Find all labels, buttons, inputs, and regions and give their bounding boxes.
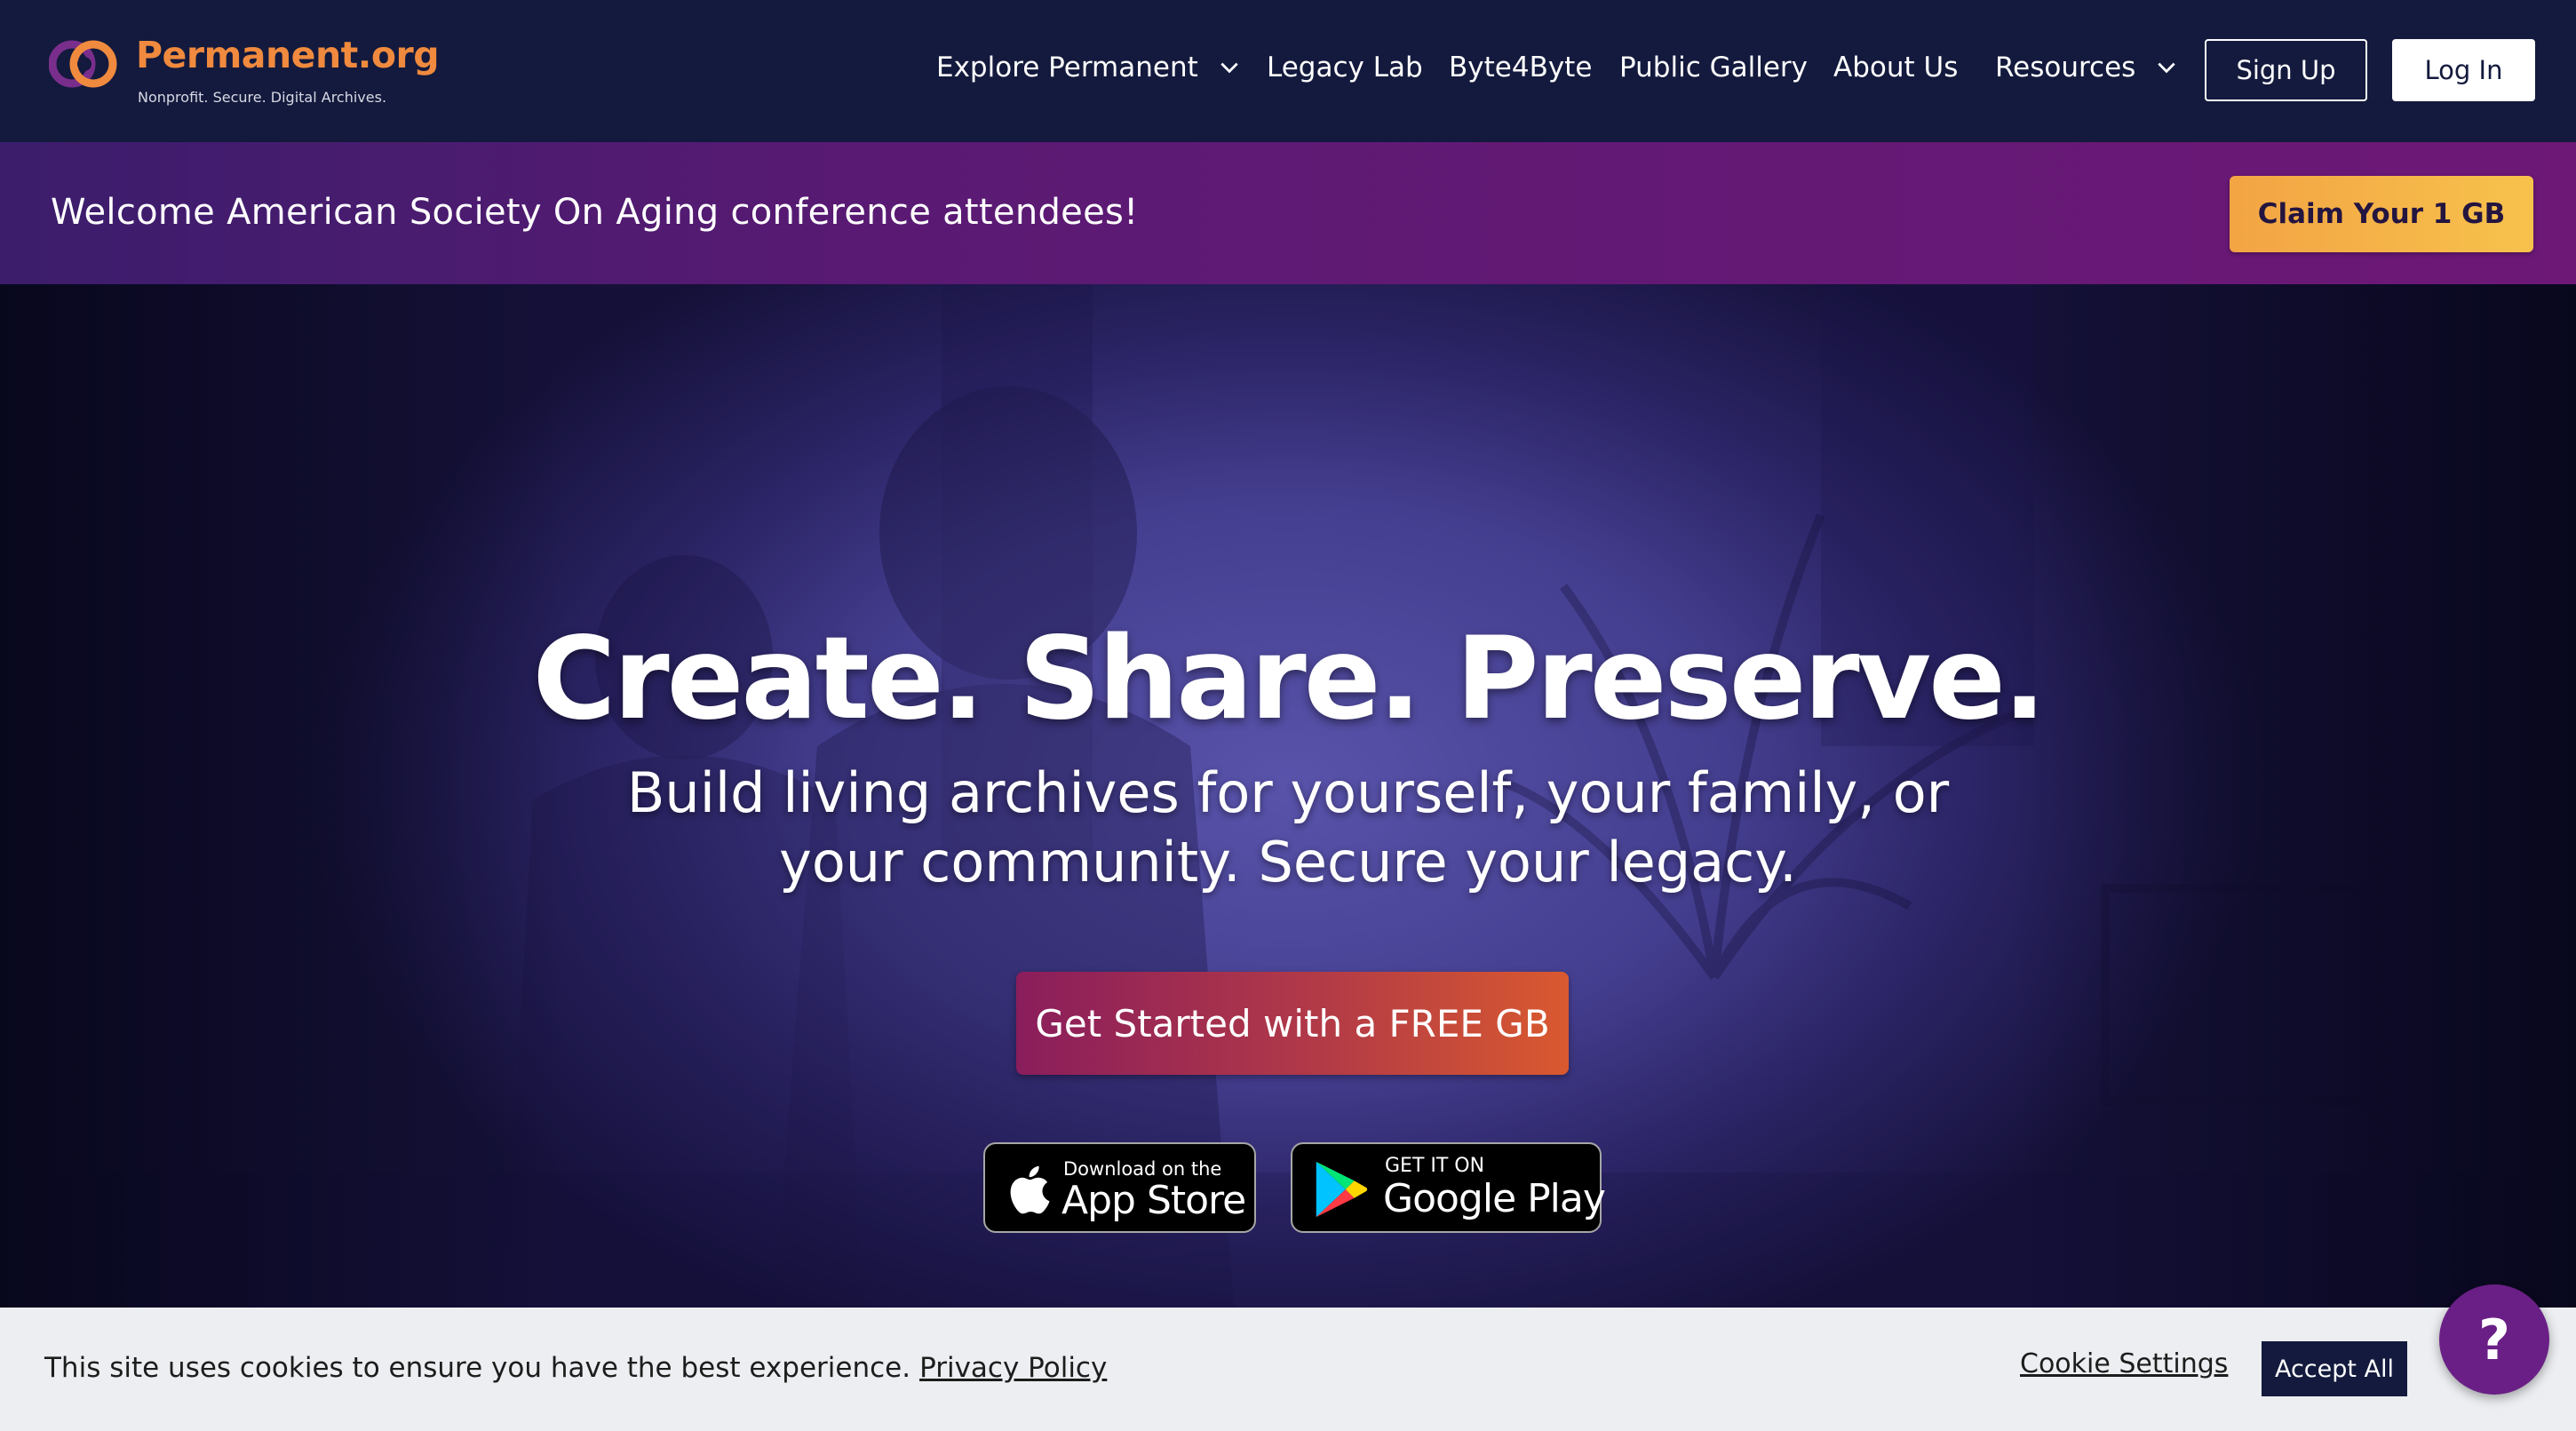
nav-explore-permanent[interactable]: Explore Permanent xyxy=(936,52,1241,83)
privacy-policy-link[interactable]: Privacy Policy xyxy=(919,1352,1107,1384)
nav-legacy-lab[interactable]: Legacy Lab xyxy=(1267,52,1423,83)
cookie-settings-link[interactable]: Cookie Settings xyxy=(2020,1348,2228,1379)
permanent-logo[interactable]: Permanent.org Nonprofit. Secure. Digital… xyxy=(49,30,440,114)
question-mark-icon: ? xyxy=(2478,1307,2510,1372)
logo-tagline: Nonprofit. Secure. Digital Archives. xyxy=(138,89,387,106)
nav-link-label: Public Gallery xyxy=(1619,52,1809,83)
google-play-badge[interactable]: GET IT ON Google Play xyxy=(1291,1142,1606,1233)
google-play-icon xyxy=(1316,1161,1368,1218)
nav-public-gallery[interactable]: Public Gallery xyxy=(1619,52,1808,83)
claim-1gb-button[interactable]: Claim Your 1 GB xyxy=(2230,176,2533,252)
get-started-button[interactable]: Get Started with a FREE GB xyxy=(1016,972,1569,1075)
app-store-badge[interactable]: Download on the App Store xyxy=(983,1142,1256,1233)
help-button[interactable]: ? xyxy=(2439,1284,2549,1395)
sign-up-button[interactable]: Sign Up xyxy=(2205,39,2367,101)
accept-all-cookies-button[interactable]: Accept All xyxy=(2262,1341,2407,1396)
nav-link-label: Legacy Lab xyxy=(1267,52,1423,83)
nav-link-label: Resources xyxy=(1995,52,2136,83)
google-play-big-text: Google Play xyxy=(1383,1176,1606,1221)
app-store-big-text: App Store xyxy=(1061,1178,1246,1223)
google-play-small-text: GET IT ON xyxy=(1385,1155,1485,1177)
hero-subtitle: Build living archives for yourself, your… xyxy=(626,760,1950,894)
nav-resources[interactable]: Resources xyxy=(1995,52,2178,83)
nav-byte4byte[interactable]: Byte4Byte xyxy=(1449,52,1592,83)
top-navigation: Permanent.org Nonprofit. Secure. Digital… xyxy=(0,0,2576,142)
hero-title: Create. Share. Preserve. xyxy=(532,613,2047,745)
chevron-down-icon xyxy=(2158,62,2175,74)
nav-link-label: Explore Permanent xyxy=(936,52,1198,83)
permanent-logo-icon xyxy=(49,40,117,88)
nav-about-us[interactable]: About Us xyxy=(1833,52,1958,83)
logo-wordmark: Permanent.org xyxy=(136,34,440,76)
cookie-message: This site uses cookies to ensure you hav… xyxy=(44,1352,1107,1384)
app-store-small-text: Download on the xyxy=(1063,1158,1222,1180)
conference-banner: Welcome American Society On Aging confer… xyxy=(0,142,2576,284)
nav-link-label: Byte4Byte xyxy=(1449,52,1593,83)
cookie-consent-bar: This site uses cookies to ensure you hav… xyxy=(0,1308,2576,1431)
apple-icon xyxy=(1010,1165,1050,1214)
cookie-message-text: This site uses cookies to ensure you hav… xyxy=(44,1352,911,1384)
nav-link-label: About Us xyxy=(1833,52,1959,83)
chevron-down-icon xyxy=(1220,62,1238,74)
banner-message: Welcome American Society On Aging confer… xyxy=(51,192,1139,233)
hero-section: Create. Share. Preserve. Build living ar… xyxy=(0,284,2576,1431)
log-in-button[interactable]: Log In xyxy=(2392,39,2535,101)
